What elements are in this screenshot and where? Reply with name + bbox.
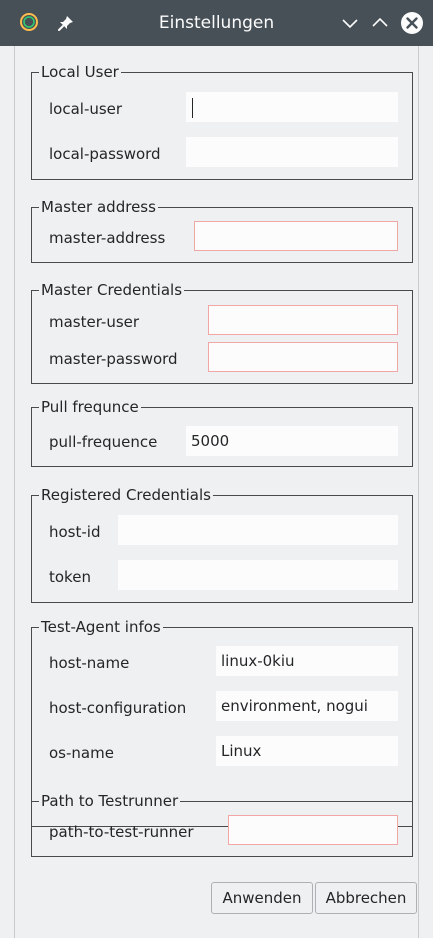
host-name-label: host-name: [49, 654, 130, 672]
group-title: Master Credentials: [39, 280, 185, 300]
host-configuration-label: host-configuration: [49, 699, 187, 717]
group-registered-credentials: Registered Credentials host-id token: [31, 485, 413, 603]
text-caret: [192, 98, 193, 118]
host-id-input[interactable]: [118, 515, 398, 545]
group-title: Test-Agent infos: [39, 617, 163, 637]
group-title: Registered Credentials: [39, 485, 213, 505]
token-input[interactable]: [118, 560, 398, 590]
master-user-input[interactable]: [208, 305, 398, 335]
local-password-input[interactable]: [186, 137, 398, 167]
pull-frequence-label: pull-frequence: [49, 433, 158, 451]
apply-button[interactable]: Anwenden: [211, 882, 313, 914]
window-title: Einstellungen: [158, 13, 275, 33]
local-user-label: local-user: [49, 100, 123, 118]
master-password-input[interactable]: [208, 342, 398, 372]
group-pull-frequence: Pull frequnce pull-frequence: [31, 397, 413, 467]
pin-icon[interactable]: [56, 13, 76, 33]
group-master-address: Master address master-address: [31, 197, 413, 263]
chevron-down-icon[interactable]: [338, 11, 362, 35]
master-address-label: master-address: [49, 229, 166, 247]
app-ring-icon[interactable]: [19, 12, 39, 32]
group-title: Pull frequnce: [39, 397, 141, 417]
host-configuration-input[interactable]: [216, 691, 398, 721]
cancel-button[interactable]: Abbrechen: [315, 882, 417, 914]
path-to-test-runner-input[interactable]: [228, 815, 398, 845]
local-user-input[interactable]: [186, 92, 398, 122]
group-title: Master address: [39, 197, 158, 217]
group-path-to-testrunner: Path to Testrunner path-to-test-runner: [31, 791, 413, 857]
window-titlebar[interactable]: Einstellungen: [0, 0, 433, 46]
master-address-input[interactable]: [194, 221, 398, 251]
master-user-label: master-user: [49, 313, 140, 331]
group-master-credentials: Master Credentials master-user master-pa…: [31, 280, 413, 384]
token-label: token: [49, 568, 91, 586]
pull-frequence-input[interactable]: [186, 426, 398, 456]
group-local-user: Local User local-user local-password: [31, 62, 413, 180]
host-name-input[interactable]: [216, 646, 398, 676]
host-id-label: host-id: [49, 523, 101, 541]
group-title: Local User: [39, 62, 121, 82]
chevron-up-icon[interactable]: [368, 11, 392, 35]
local-password-label: local-password: [49, 145, 161, 163]
path-to-test-runner-label: path-to-test-runner: [49, 823, 194, 841]
group-title: Path to Testrunner: [39, 791, 181, 811]
settings-dialog-body: Local User local-user local-password Mas…: [14, 46, 419, 938]
master-password-label: master-password: [49, 350, 178, 368]
close-icon[interactable]: [400, 11, 424, 35]
os-name-label: os-name: [49, 744, 114, 762]
os-name-input[interactable]: [216, 736, 398, 766]
